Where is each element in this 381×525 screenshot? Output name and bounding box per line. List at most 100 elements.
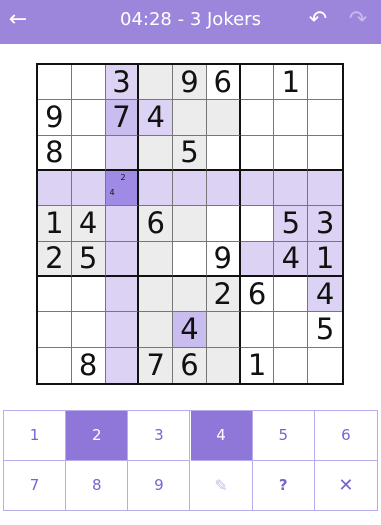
grid-cell[interactable] (240, 206, 275, 242)
pencil-icon: ✎ (214, 475, 228, 495)
digit-7-button[interactable]: 7 (4, 460, 67, 510)
grid-cell[interactable]: 1 (38, 206, 72, 242)
grid-cell[interactable] (173, 171, 207, 207)
grid-cell[interactable] (139, 312, 174, 348)
digit-4-button[interactable]: 4 (190, 411, 253, 461)
grid-cell[interactable] (308, 65, 342, 101)
grid-cell[interactable]: 6 (173, 347, 207, 383)
grid-cell[interactable] (240, 171, 275, 207)
key-label: 8 (91, 476, 102, 495)
grid-cell[interactable] (240, 135, 275, 171)
grid-cell[interactable] (139, 241, 174, 277)
grid-cell[interactable] (105, 241, 140, 277)
grid-cell[interactable]: 2 (206, 277, 241, 313)
grid-cell[interactable] (173, 100, 207, 136)
digit-5-button[interactable]: 5 (252, 411, 315, 461)
grid-cell[interactable] (38, 312, 72, 348)
grid-cell[interactable] (71, 312, 106, 348)
grid-cell[interactable]: 5 (274, 206, 309, 242)
grid-cell[interactable] (206, 135, 241, 171)
grid-cell[interactable]: 9 (206, 241, 241, 277)
grid-cell[interactable] (206, 206, 241, 242)
grid-cell[interactable]: 42 (105, 171, 140, 207)
grid-cell[interactable]: 2 (38, 241, 72, 277)
grid-cell[interactable]: 7 (105, 100, 140, 136)
grid-cell[interactable]: 6 (206, 65, 241, 101)
grid-cell[interactable]: 4 (71, 206, 106, 242)
grid-cell[interactable] (139, 277, 174, 313)
pencil-button[interactable]: ✎ (190, 460, 253, 510)
grid-cell[interactable] (71, 65, 106, 101)
grid-cell[interactable]: 4 (308, 277, 342, 313)
grid-cell[interactable] (206, 171, 241, 207)
grid-cell[interactable] (139, 65, 174, 101)
grid-cell[interactable] (71, 277, 106, 313)
digit-8-button[interactable]: 8 (66, 460, 129, 510)
grid-cell[interactable] (38, 277, 72, 313)
number-keypad: 1 2 3 4 5 6 7 8 9 ✎? ✕ (3, 410, 378, 511)
grid-cell[interactable] (38, 65, 72, 101)
grid-cell[interactable] (173, 241, 207, 277)
key-label: 4 (216, 426, 226, 445)
grid-cell[interactable]: 5 (71, 241, 106, 277)
grid-cell[interactable] (308, 100, 342, 136)
grid-cell[interactable] (240, 65, 275, 101)
grid-cell[interactable]: 3 (105, 65, 140, 101)
digit-1-button[interactable]: 1 (4, 411, 67, 461)
grid-cell[interactable] (274, 312, 309, 348)
grid-cell[interactable] (308, 171, 342, 207)
grid-cell[interactable]: 7 (139, 347, 174, 383)
grid-cell[interactable]: 4 (139, 100, 174, 136)
grid-cell[interactable]: 8 (71, 347, 106, 383)
grid-cell[interactable] (206, 347, 241, 383)
grid-cell[interactable] (105, 135, 140, 171)
grid-cell[interactable]: 5 (308, 312, 342, 348)
grid-cell[interactable]: 9 (38, 100, 72, 136)
grid-cell[interactable]: 8 (38, 135, 72, 171)
grid-cell[interactable] (173, 206, 207, 242)
grid-cell[interactable]: 9 (173, 65, 207, 101)
grid-cell[interactable]: 1 (240, 347, 275, 383)
grid-cell[interactable] (105, 277, 140, 313)
grid-cell[interactable] (38, 347, 72, 383)
grid-cell[interactable]: 3 (308, 206, 342, 242)
grid-cell[interactable] (71, 135, 106, 171)
grid-cell[interactable]: 6 (139, 206, 174, 242)
erase-button[interactable]: ✕ (314, 460, 377, 510)
grid-cell[interactable] (274, 135, 309, 171)
grid-cell[interactable] (139, 135, 174, 171)
grid-cell[interactable] (139, 171, 174, 207)
grid-cell[interactable]: 5 (173, 135, 207, 171)
grid-cell[interactable] (274, 171, 309, 207)
grid-cell[interactable] (308, 135, 342, 171)
grid-cell[interactable]: 4 (274, 241, 309, 277)
grid-cell[interactable] (274, 277, 309, 313)
grid-cell[interactable] (105, 347, 140, 383)
grid-cell[interactable] (240, 312, 275, 348)
grid-cell[interactable]: 1 (274, 65, 309, 101)
hint-button[interactable]: ? (252, 460, 315, 510)
digit-9-button[interactable]: 9 (128, 460, 191, 510)
grid-cell[interactable] (173, 277, 207, 313)
digit-2-button[interactable]: 2 (66, 411, 129, 461)
grid-cell[interactable] (105, 206, 140, 242)
grid-cell[interactable] (206, 100, 241, 136)
digit-6-button[interactable]: 6 (314, 411, 377, 461)
undo-icon[interactable]: ↶ (300, 0, 336, 40)
grid-cell[interactable] (240, 241, 275, 277)
grid-cell[interactable] (308, 347, 342, 383)
grid-cell[interactable]: 1 (308, 241, 342, 277)
grid-cell[interactable] (206, 312, 241, 348)
grid-cell[interactable] (240, 100, 275, 136)
grid-cell[interactable]: 4 (173, 312, 207, 348)
grid-cell[interactable] (105, 312, 140, 348)
redo-icon[interactable]: ↷ (340, 0, 376, 40)
grid-cell[interactable] (71, 100, 106, 136)
grid-cell[interactable] (274, 100, 309, 136)
grid-cell[interactable] (38, 171, 72, 207)
grid-cell[interactable] (71, 171, 106, 207)
grid-cell[interactable]: 6 (240, 277, 275, 313)
digit-3-button[interactable]: 3 (128, 411, 191, 461)
grid-cell[interactable] (274, 347, 309, 383)
back-arrow-icon[interactable]: ← (0, 0, 36, 40)
